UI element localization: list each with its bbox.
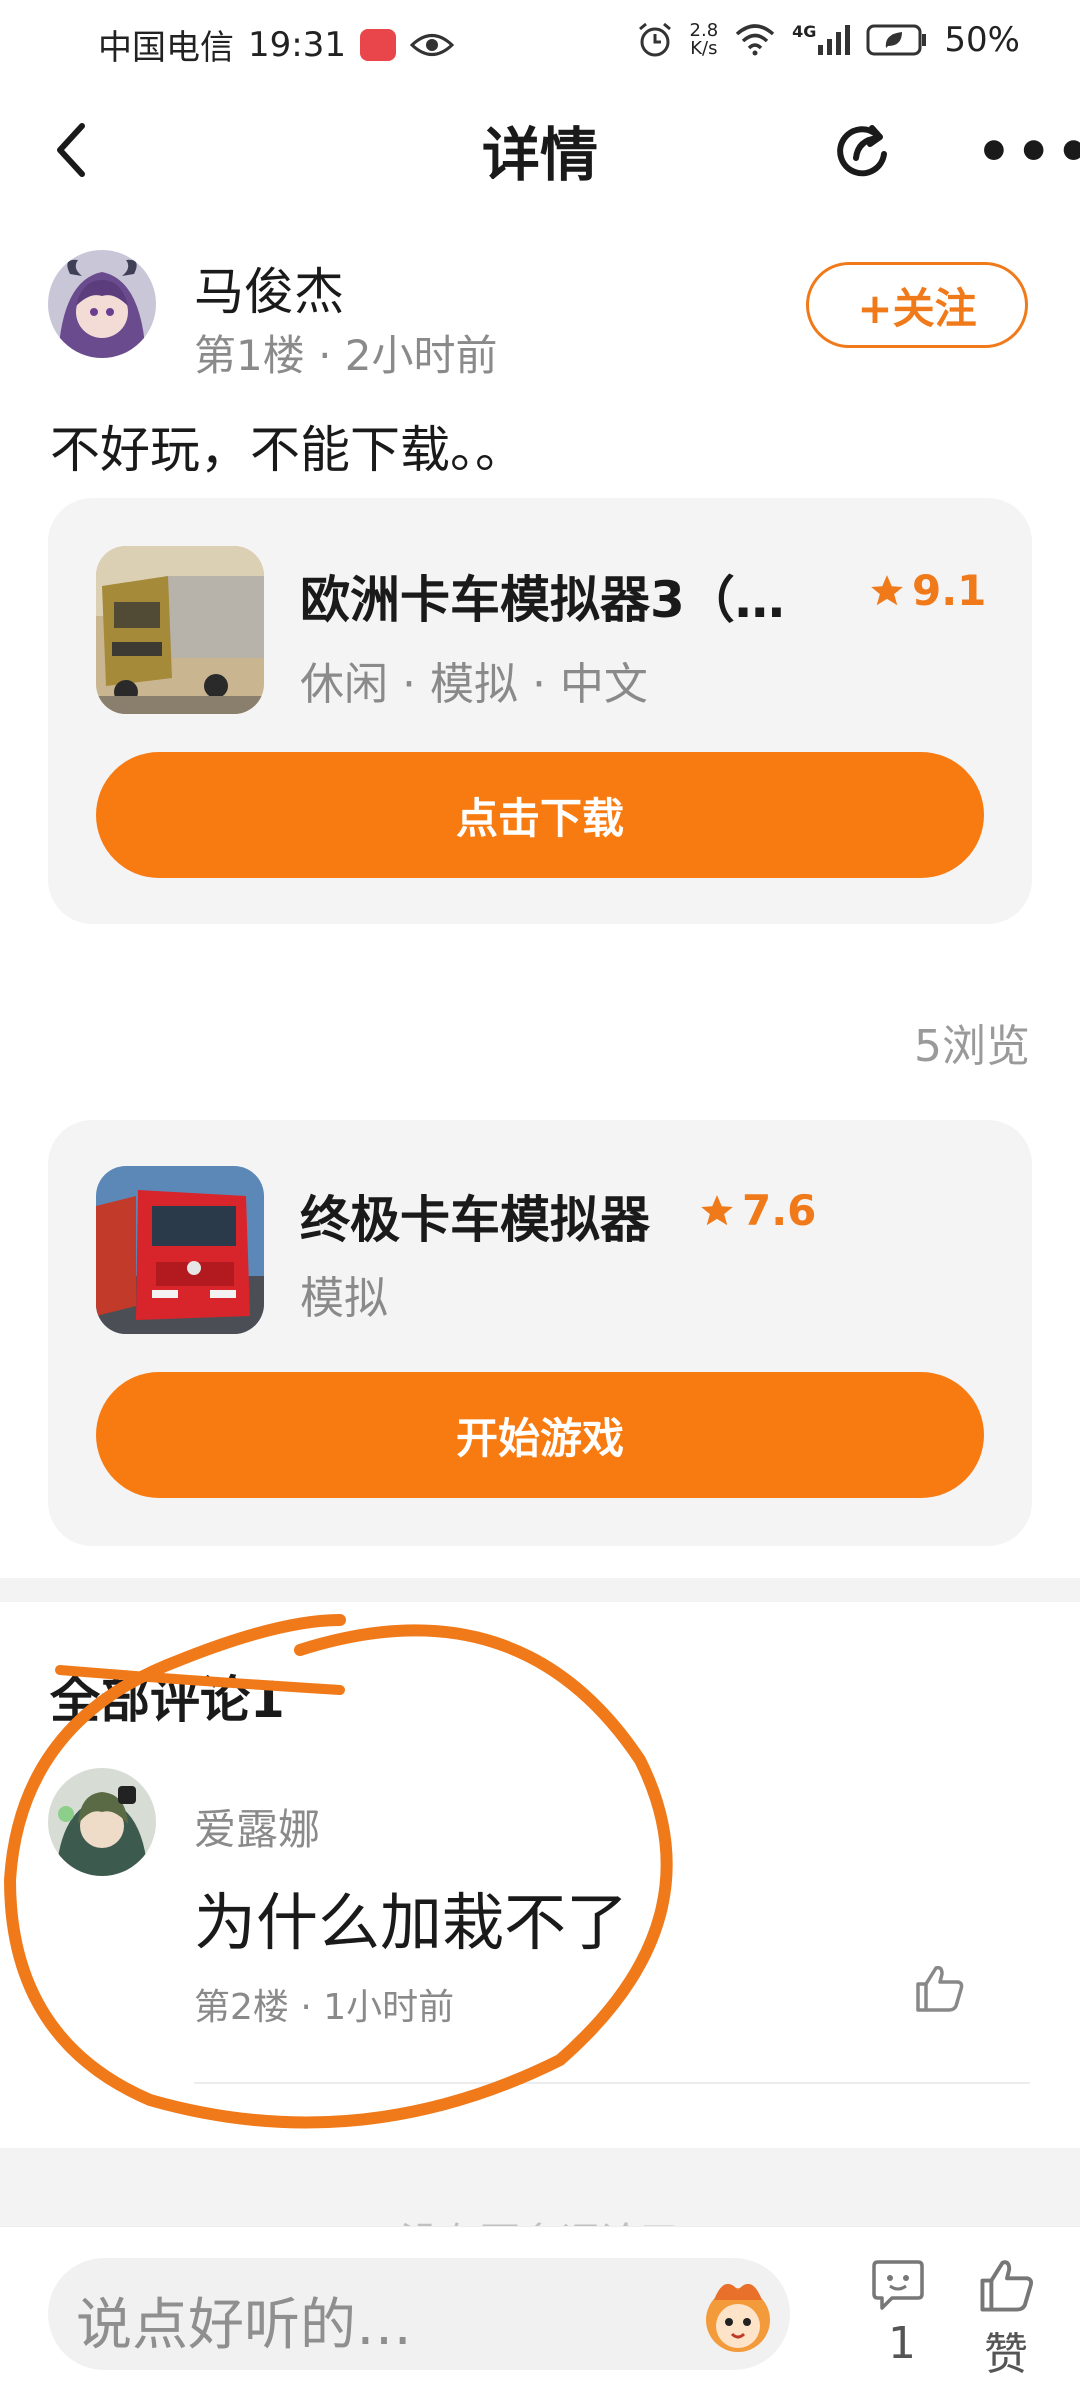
commenter-avatar[interactable]: [48, 1768, 156, 1876]
game-rating: 7.6: [698, 1186, 816, 1235]
star-icon: [871, 574, 903, 605]
follow-button[interactable]: +关注: [806, 262, 1028, 348]
game-tags: 休闲 · 模拟 · 中文: [300, 659, 648, 710]
comments-header: 全部评论1: [50, 1671, 285, 1729]
status-bar: 中国电信 19:31 2.8 K/s 4G 50%: [0, 0, 1080, 80]
post-text: 不好玩，不能下载。。: [50, 421, 525, 479]
clock: 19:31: [248, 24, 346, 65]
game-rating: 9.1: [868, 566, 986, 615]
share-icon[interactable]: [832, 118, 894, 180]
battery-icon: [866, 24, 927, 56]
comment-divider: [194, 2082, 1030, 2084]
carrier-label: 中国电信: [98, 28, 234, 68]
shop-app-icon: [359, 28, 396, 61]
comment-count: 1: [888, 2318, 916, 2369]
start-game-button[interactable]: 开始游戏: [96, 1372, 984, 1498]
network-type: 4G: [792, 21, 817, 41]
like-label[interactable]: 赞: [984, 2318, 1028, 2382]
wifi-icon: [735, 24, 775, 56]
sticker-mascot-icon[interactable]: [694, 2270, 782, 2358]
commenter-name[interactable]: 爱露娜: [194, 1796, 320, 1857]
comment-input-placeholder[interactable]: 说点好听的…: [76, 2280, 412, 2361]
comment-text: 为什么加栽不了: [194, 1886, 629, 1959]
author-name[interactable]: 马俊杰: [194, 252, 344, 324]
download-button[interactable]: 点击下载: [96, 752, 984, 878]
game-title[interactable]: 欧洲卡车模拟器3（…: [300, 560, 785, 632]
alarm-icon: [638, 22, 671, 57]
game-tags: 模拟: [300, 1273, 388, 1324]
page-title: 详情: [481, 121, 598, 189]
comment-icon[interactable]: [870, 2256, 926, 2312]
author-avatar[interactable]: [48, 250, 156, 358]
post-meta: 第1楼 · 2小时前: [194, 331, 498, 380]
more-options-icon[interactable]: •••: [976, 120, 1080, 185]
game-icon[interactable]: [96, 1166, 264, 1334]
section-divider: [0, 1578, 1080, 1602]
star-icon: [701, 1194, 733, 1225]
thumbs-up-icon[interactable]: [914, 1962, 966, 2014]
annotation-scribble: [3, 1614, 673, 2129]
network-speed: 2.8 K/s: [689, 20, 719, 59]
like-icon[interactable]: [978, 2256, 1036, 2314]
comment-meta: 第2楼 · 1小时前: [194, 1987, 455, 2028]
battery-percent: 50%: [944, 20, 1020, 60]
game-icon[interactable]: [96, 546, 264, 714]
signal-icon: [818, 25, 851, 55]
eye-icon: [409, 33, 454, 56]
game-title[interactable]: 终极卡车模拟器: [300, 1180, 650, 1252]
view-count: 5浏览: [914, 1021, 1030, 1072]
